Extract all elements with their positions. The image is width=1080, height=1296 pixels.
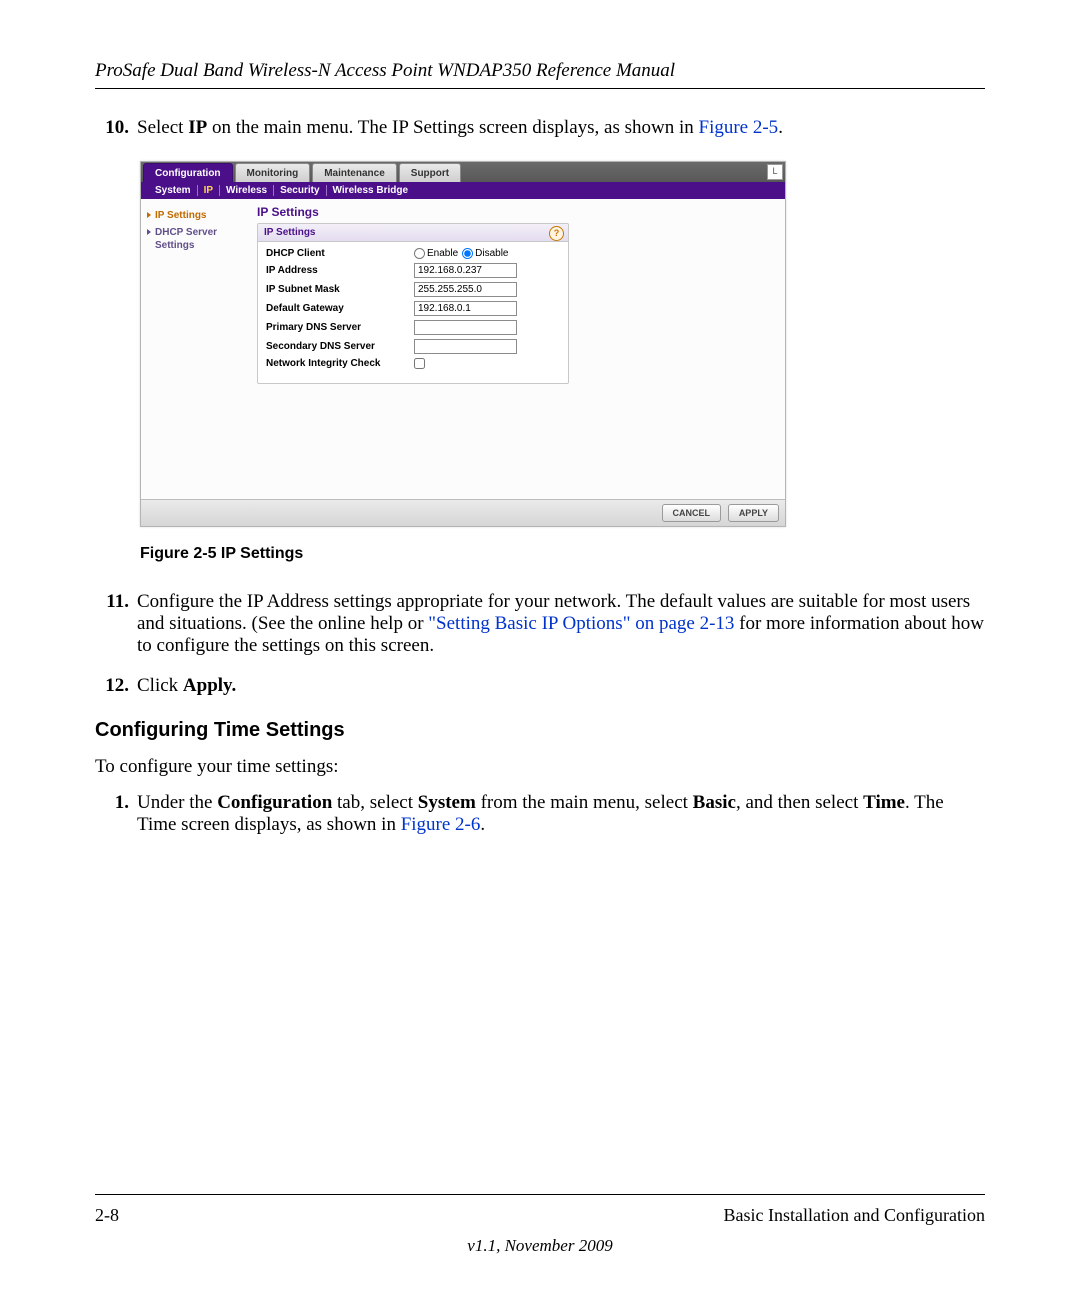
bold-basic: Basic [693, 792, 736, 813]
time-intro: To configure your time settings: [95, 756, 985, 778]
input-subnet[interactable] [414, 282, 517, 297]
figure-caption: Figure 2-5 IP Settings [140, 545, 985, 563]
text: . [778, 117, 783, 138]
label-secondary-dns: Secondary DNS Server [266, 341, 414, 352]
bold-system: System [418, 792, 476, 813]
work-area: IP Settings DHCP Server Settings IP Sett… [141, 199, 785, 499]
step-11: 11. Configure the IP Address settings ap… [95, 591, 985, 657]
apply-button[interactable]: APPLY [728, 504, 779, 522]
bold-configuration: Configuration [217, 792, 332, 813]
step-body: Click Apply. [137, 675, 985, 697]
figure-link[interactable]: Figure 2-5 [699, 117, 779, 138]
label-primary-dns: Primary DNS Server [266, 322, 414, 333]
section-heading-time: Configuring Time Settings [95, 719, 985, 742]
step-12: 12. Click Apply. [95, 675, 985, 697]
text: Under the [137, 792, 217, 813]
step-number: 10. [95, 117, 137, 139]
label-network-integrity: Network Integrity Check [266, 358, 414, 369]
bold-ip: IP [188, 117, 207, 138]
checkbox-network-integrity[interactable] [414, 358, 425, 369]
label-dhcp-client: DHCP Client [266, 248, 414, 259]
step-number: 11. [95, 591, 137, 657]
radio-enable-label: Enable [427, 248, 458, 259]
text: Select [137, 117, 188, 138]
content-title: IP Settings [257, 205, 775, 219]
submenu-bar: System IP Wireless Security Wireless Bri… [141, 182, 785, 199]
sidenav-ip-settings[interactable]: IP Settings [147, 207, 247, 224]
tab-bar: Configuration Monitoring Maintenance Sup… [141, 162, 785, 182]
tab-configuration[interactable]: Configuration [143, 163, 233, 182]
text: , and then select [736, 792, 863, 813]
page-footer: 2-8 Basic Installation and Configuration [95, 1205, 985, 1226]
radio-disable[interactable] [462, 248, 473, 259]
step-body: Select IP on the main menu. The IP Setti… [137, 117, 985, 139]
panel-header: IP Settings ? [258, 224, 568, 242]
tab-monitoring[interactable]: Monitoring [235, 163, 311, 182]
submenu-wireless[interactable]: Wireless [220, 185, 274, 196]
step-number: 12. [95, 675, 137, 697]
header-rule [95, 88, 985, 89]
input-primary-dns[interactable] [414, 320, 517, 335]
cancel-button[interactable]: CANCEL [662, 504, 722, 522]
input-gateway[interactable] [414, 301, 517, 316]
text: tab, select [332, 792, 417, 813]
footer-version: v1.1, November 2009 [95, 1236, 985, 1256]
screenshot-ip-settings: Configuration Monitoring Maintenance Sup… [140, 161, 786, 527]
input-secondary-dns[interactable] [414, 339, 517, 354]
step-body: Configure the IP Address settings approp… [137, 591, 985, 657]
footer-rule [95, 1194, 985, 1195]
text: . [480, 814, 485, 835]
bold-time: Time [863, 792, 905, 813]
page-header-title: ProSafe Dual Band Wireless-N Access Poin… [95, 60, 985, 82]
content-pane: IP Settings IP Settings ? DHCP Client En… [253, 199, 785, 499]
submenu-wireless-bridge[interactable]: Wireless Bridge [327, 185, 415, 196]
bold-apply: Apply. [183, 675, 236, 696]
radio-enable-wrap[interactable]: Enable [414, 248, 458, 259]
text: Click [137, 675, 183, 696]
logout-icon[interactable]: L [767, 164, 783, 180]
submenu-ip[interactable]: IP [198, 185, 220, 196]
page-spacer [95, 854, 985, 1194]
footer-page-number: 2-8 [95, 1205, 119, 1226]
time-step-1: 1. Under the Configuration tab, select S… [95, 792, 985, 836]
bottom-bar: CANCEL APPLY [141, 499, 785, 526]
footer-section: Basic Installation and Configuration [724, 1205, 985, 1226]
link-setting-ip-options[interactable]: "Setting Basic IP Options" on page 2-13 [428, 613, 734, 634]
panel-ip-settings: IP Settings ? DHCP Client Enable Disable… [257, 223, 569, 384]
step-10: 10. Select IP on the main menu. The IP S… [95, 117, 985, 139]
radio-disable-wrap[interactable]: Disable [462, 248, 508, 259]
figure-link-2-6[interactable]: Figure 2-6 [401, 814, 481, 835]
side-nav: IP Settings DHCP Server Settings [141, 199, 253, 499]
panel-body: DHCP Client Enable Disable IP Address IP… [258, 242, 568, 383]
text: on the main menu. The IP Settings screen… [207, 117, 698, 138]
submenu-system[interactable]: System [149, 185, 198, 196]
panel-title: IP Settings [264, 227, 316, 238]
text: from the main menu, select [476, 792, 693, 813]
radio-disable-label: Disable [475, 248, 508, 259]
input-ip-address[interactable] [414, 263, 517, 278]
submenu-security[interactable]: Security [274, 185, 326, 196]
label-subnet: IP Subnet Mask [266, 284, 414, 295]
sidenav-dhcp-server[interactable]: DHCP Server Settings [147, 224, 247, 254]
tab-support[interactable]: Support [399, 163, 461, 182]
step-body: Under the Configuration tab, select Syst… [137, 792, 985, 836]
label-ip-address: IP Address [266, 265, 414, 276]
step-number: 1. [95, 792, 137, 836]
tab-maintenance[interactable]: Maintenance [312, 163, 397, 182]
radio-enable[interactable] [414, 248, 425, 259]
label-gateway: Default Gateway [266, 303, 414, 314]
help-icon[interactable]: ? [549, 226, 564, 241]
